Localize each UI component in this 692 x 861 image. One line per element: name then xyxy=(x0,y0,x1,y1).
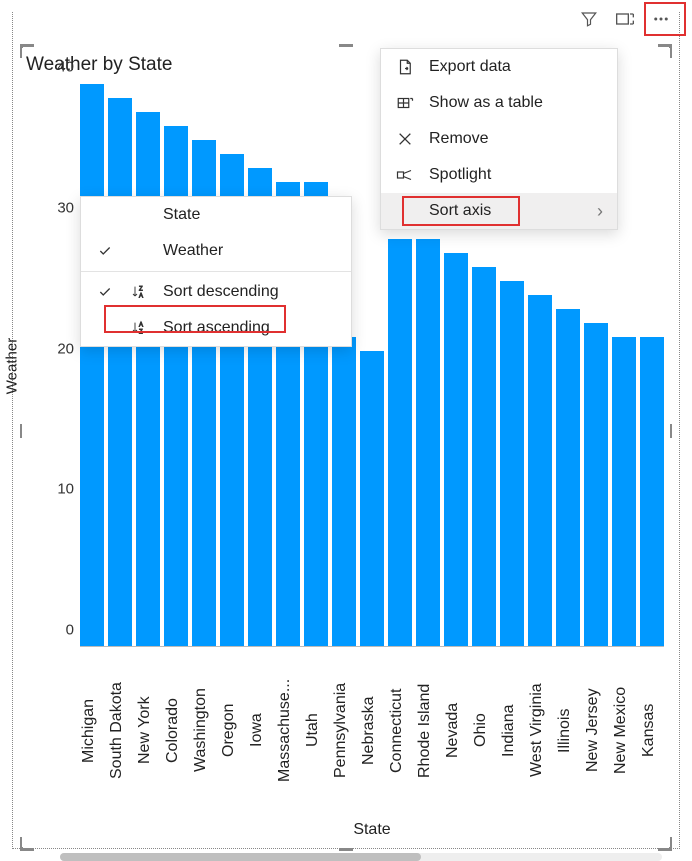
x-tick-label: Indiana xyxy=(500,647,524,812)
export-icon xyxy=(395,58,415,76)
y-tick-label: 10 xyxy=(57,481,74,498)
resize-handle-top[interactable] xyxy=(339,44,353,47)
bar[interactable] xyxy=(388,239,412,646)
menu-item-label: State xyxy=(163,206,200,224)
filter-icon[interactable] xyxy=(578,8,600,30)
menu-item-label: Sort axis xyxy=(429,202,491,220)
bar[interactable] xyxy=(444,253,468,646)
checkmark-icon xyxy=(95,285,115,299)
x-tick-label: Rhode Island xyxy=(416,647,440,812)
sort-descending[interactable]: ZA Sort descending xyxy=(81,274,351,310)
chevron-right-icon: › xyxy=(597,201,603,222)
x-tick-label: Oregon xyxy=(220,647,244,812)
table-icon xyxy=(395,94,415,112)
x-tick-label: Michigan xyxy=(80,647,104,812)
bar[interactable] xyxy=(500,281,524,646)
x-tick-label: Connecticut xyxy=(388,647,412,812)
sort-axis-submenu: State Weather ZA Sort descending AZ Sort… xyxy=(80,196,352,347)
menu-item-label: Show as a table xyxy=(429,94,543,112)
menu-item-spotlight[interactable]: Spotlight xyxy=(381,157,617,193)
menu-item-label: Sort ascending xyxy=(163,319,270,337)
sort-field-weather[interactable]: Weather xyxy=(81,233,351,269)
menu-divider xyxy=(81,271,351,272)
x-tick-label: West Virginia xyxy=(528,647,552,812)
bar[interactable] xyxy=(528,295,552,646)
bar[interactable] xyxy=(416,239,440,646)
bar[interactable] xyxy=(612,337,636,646)
x-tick-label: New Jersey xyxy=(584,647,608,812)
x-tick-label: Massachuse... xyxy=(276,647,300,812)
y-tick-label: 0 xyxy=(66,622,74,639)
bar[interactable] xyxy=(108,98,132,646)
bar[interactable] xyxy=(136,112,160,646)
horizontal-scrollbar[interactable] xyxy=(60,853,662,861)
menu-item-label: Export data xyxy=(429,58,511,76)
sort-asc-icon: AZ xyxy=(129,320,149,336)
bar[interactable] xyxy=(556,309,580,646)
menu-item-label: Sort descending xyxy=(163,283,279,301)
scrollbar-thumb[interactable] xyxy=(60,853,421,861)
menu-item-show-as-table[interactable]: Show as a table xyxy=(381,85,617,121)
menu-item-export-data[interactable]: Export data xyxy=(381,49,617,85)
y-tick-label: 40 xyxy=(57,59,74,76)
x-axis-label: State xyxy=(80,821,664,839)
y-tick-label: 20 xyxy=(57,340,74,357)
sort-desc-icon: ZA xyxy=(129,284,149,300)
x-tick-label: Iowa xyxy=(248,647,272,812)
x-tick-label: Nebraska xyxy=(360,647,384,812)
x-tick-label: Kansas xyxy=(640,647,664,812)
x-tick-label: Utah xyxy=(304,647,328,812)
x-tick-label: Illinois xyxy=(556,647,580,812)
menu-item-label: Remove xyxy=(429,130,489,148)
x-tick-label: Washington xyxy=(192,647,216,812)
resize-handle-bottom[interactable] xyxy=(339,848,353,851)
x-axis: MichiganSouth DakotaNew YorkColoradoWash… xyxy=(80,647,664,847)
x-tick-label: Colorado xyxy=(164,647,188,812)
menu-item-label: Spotlight xyxy=(429,166,491,184)
bar[interactable] xyxy=(80,84,104,646)
x-tick-label: New Mexico xyxy=(612,647,636,812)
more-options-icon[interactable] xyxy=(650,8,672,30)
sort-field-state[interactable]: State xyxy=(81,197,351,233)
menu-item-label: Weather xyxy=(163,242,223,260)
bar[interactable] xyxy=(360,351,384,646)
svg-text:Z: Z xyxy=(139,329,143,335)
bar[interactable] xyxy=(472,267,496,646)
svg-text:A: A xyxy=(139,323,143,329)
y-axis-label: Weather xyxy=(4,337,21,393)
menu-item-remove[interactable]: Remove xyxy=(381,121,617,157)
x-tick-label: Pennsylvania xyxy=(332,647,356,812)
x-tick-label: Nevada xyxy=(444,647,468,812)
y-tick-label: 30 xyxy=(57,199,74,216)
y-axis: Weather 010203040 xyxy=(22,84,80,647)
visual-toolbar xyxy=(578,8,672,30)
menu-item-sort-axis[interactable]: Sort axis › xyxy=(381,193,617,229)
remove-icon xyxy=(395,131,415,147)
bar[interactable] xyxy=(332,337,356,646)
x-tick-label: South Dakota xyxy=(108,647,132,812)
x-axis-labels: MichiganSouth DakotaNew YorkColoradoWash… xyxy=(80,647,664,812)
focus-mode-icon[interactable] xyxy=(614,8,636,30)
visual-context-menu: Export data Show as a table Remove Spotl… xyxy=(380,48,618,230)
svg-text:Z: Z xyxy=(139,287,143,293)
x-tick-label: Ohio xyxy=(472,647,496,812)
bar[interactable] xyxy=(584,323,608,646)
sort-ascending[interactable]: AZ Sort ascending xyxy=(81,310,351,346)
checkmark-icon xyxy=(95,244,115,258)
bar[interactable] xyxy=(640,337,664,646)
x-tick-label: New York xyxy=(136,647,160,812)
svg-text:A: A xyxy=(139,293,143,299)
spotlight-icon xyxy=(395,167,415,183)
